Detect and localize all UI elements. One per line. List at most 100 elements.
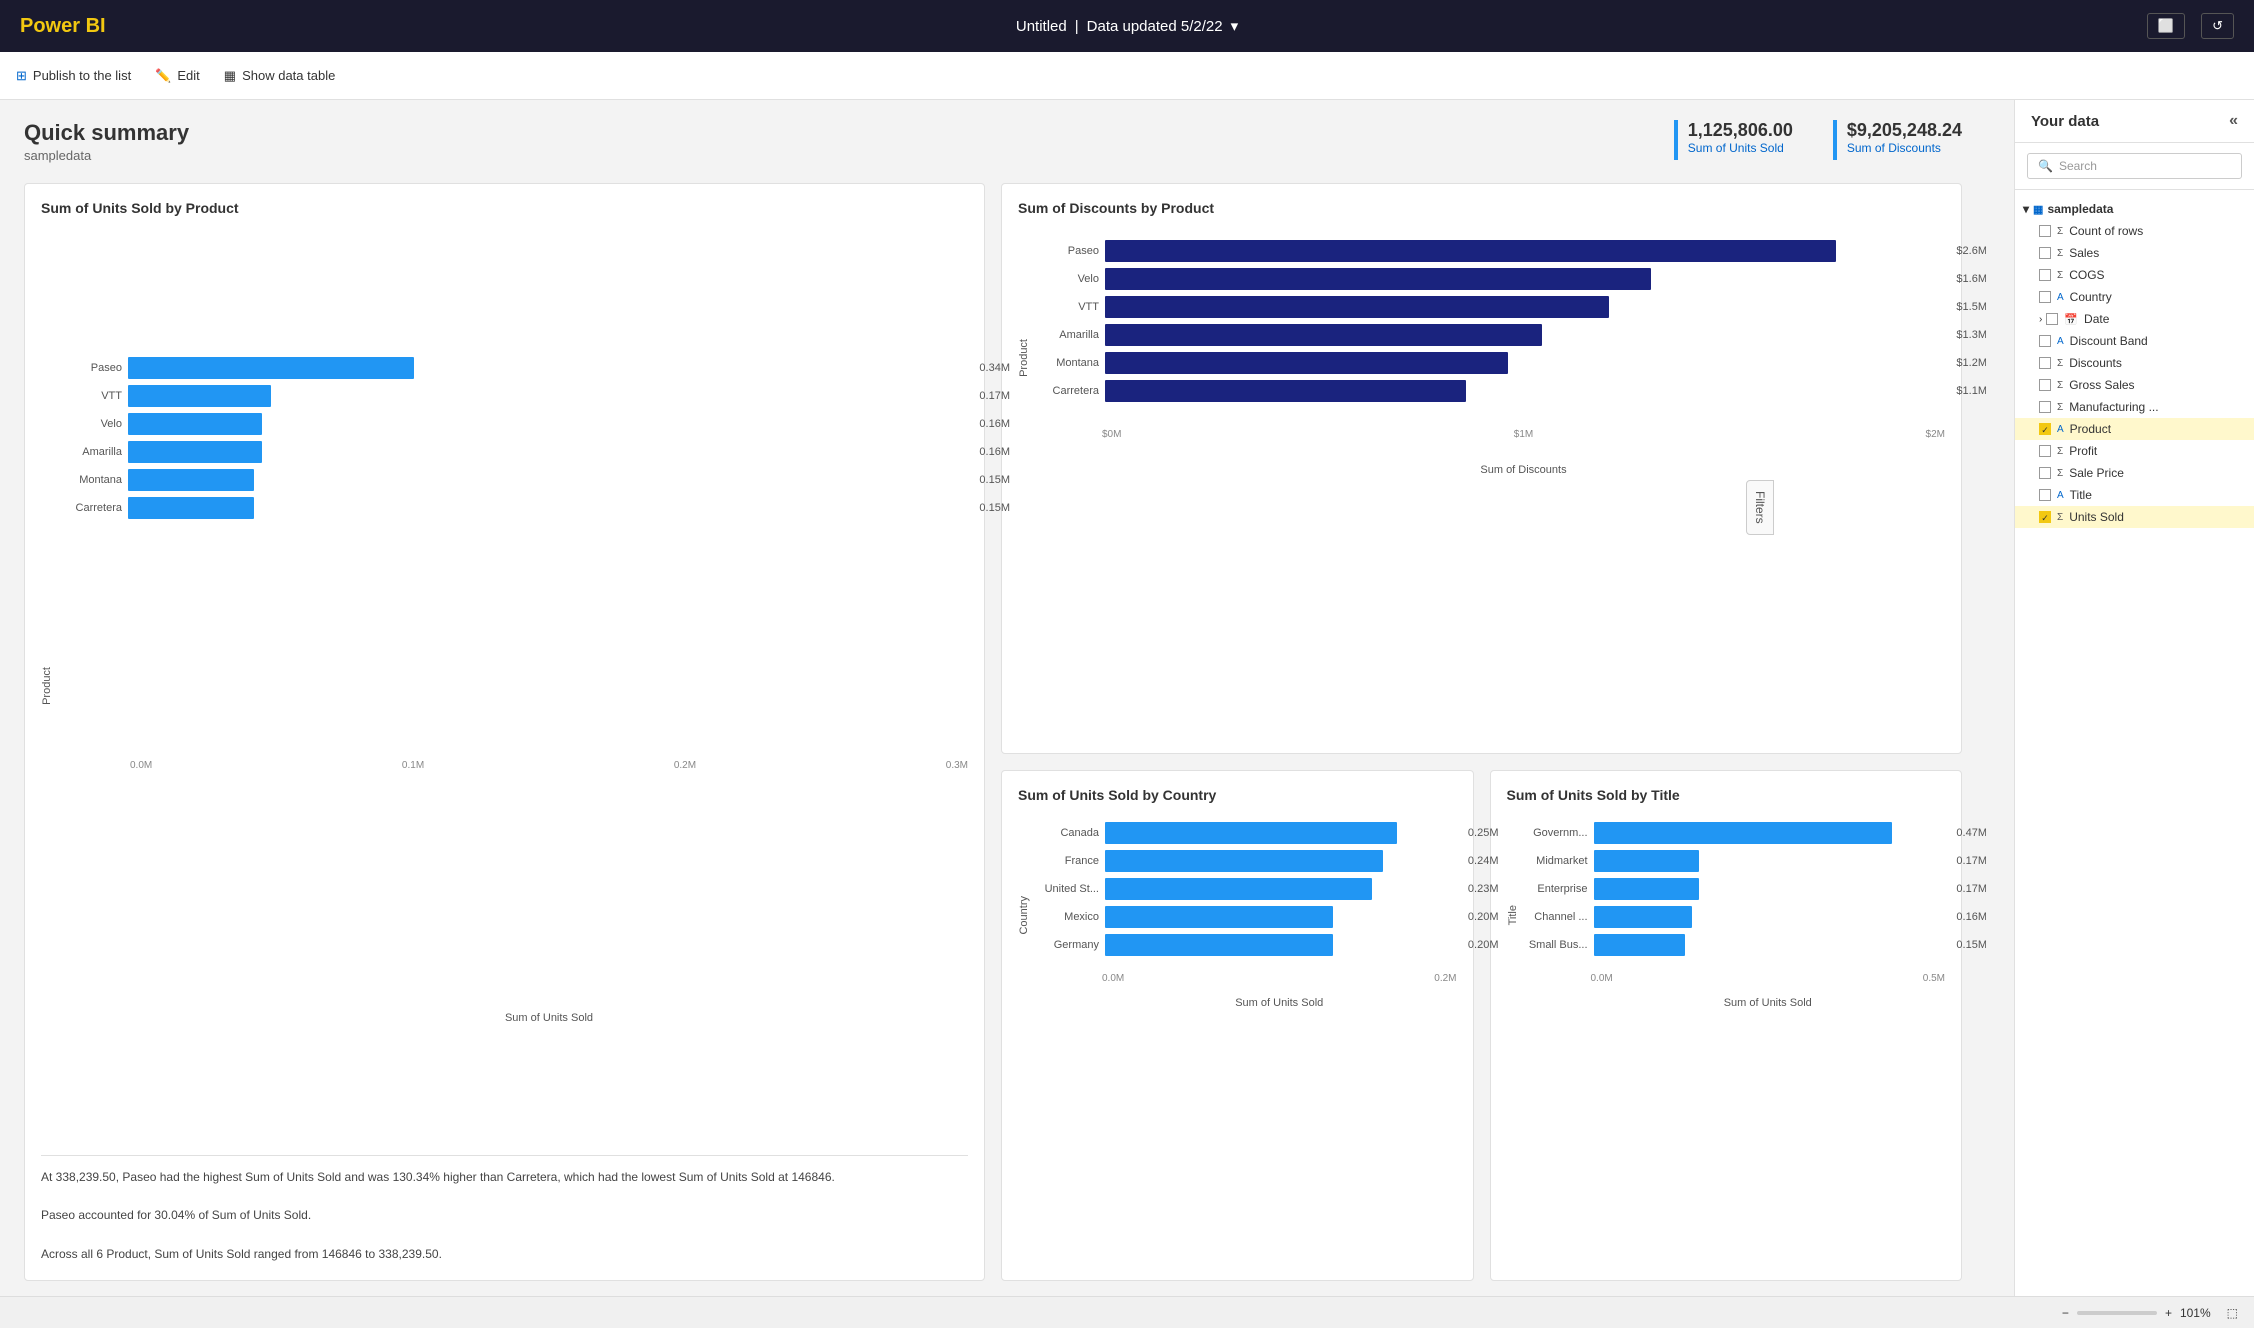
collapse-button[interactable]: «: [2229, 112, 2238, 130]
field-name: Manufacturing ...: [2069, 400, 2158, 414]
bar-value: $2.6M: [1956, 245, 1986, 257]
bar-value: 0.20M: [1468, 939, 1499, 951]
bar-row: VTT0.17M: [57, 385, 968, 407]
bar-fill: [1594, 822, 1893, 844]
field-type-icon: Σ: [2057, 380, 2063, 391]
bar-row: United St...0.23M: [1034, 878, 1457, 900]
right-panel-title: Your data: [2031, 113, 2099, 130]
field-checkbox[interactable]: [2039, 269, 2051, 281]
right-panel-header: Your data «: [2015, 100, 2254, 143]
field-name: Title: [2070, 488, 2092, 502]
tree-item[interactable]: ΣProfit: [2015, 440, 2254, 462]
field-checkbox[interactable]: ✓: [2039, 511, 2051, 523]
field-name: Gross Sales: [2069, 378, 2134, 392]
table-icon: ▦: [2033, 203, 2043, 216]
field-checkbox[interactable]: [2039, 445, 2051, 457]
tree-item[interactable]: ✓AProduct: [2015, 418, 2254, 440]
bar-value: 0.17M: [979, 390, 1010, 402]
tree-item[interactable]: Σ Gross Sales: [2015, 374, 2254, 396]
tree-item[interactable]: ACountry: [2015, 286, 2254, 308]
bar-value: 0.17M: [1956, 855, 1986, 867]
bar-label: Paseo: [57, 362, 122, 374]
publish-button[interactable]: ⊞ Publish to the list: [16, 68, 131, 84]
show-data-button[interactable]: ▦ Show data table: [224, 68, 336, 84]
bar-row: Montana0.15M: [57, 469, 968, 491]
zoom-slider[interactable]: [2077, 1311, 2157, 1315]
bar-label: Enterprise: [1523, 883, 1588, 895]
bar-value: 0.16M: [979, 446, 1010, 458]
field-name: Discount Band: [2070, 334, 2148, 348]
field-checkbox[interactable]: [2039, 357, 2051, 369]
tree-item[interactable]: ΣCOGS: [2015, 264, 2254, 286]
summary-title-section: Quick summary sampledata: [24, 120, 1674, 163]
bar-value: $1.2M: [1956, 357, 1986, 369]
field-checkbox[interactable]: [2039, 225, 2051, 237]
field-type-icon: Σ: [2057, 226, 2063, 237]
bar-fill: [1105, 352, 1508, 374]
bar-row: Germany0.20M: [1034, 934, 1457, 956]
bar-fill: [1105, 906, 1333, 928]
bar-value: 0.15M: [1956, 939, 1986, 951]
field-name: Sales: [2069, 246, 2099, 260]
datasource-header[interactable]: ▾ ▦ sampledata: [2015, 198, 2254, 220]
tree-item[interactable]: Σ Manufacturing ...: [2015, 396, 2254, 418]
main-layout: Quick summary sampledata 1,125,806.00 Su…: [0, 100, 2254, 1328]
field-checkbox[interactable]: [2039, 291, 2051, 303]
bar-fill: [128, 413, 262, 435]
toolbar: ⊞ Publish to the list ✏️ Edit ▦ Show dat…: [0, 52, 2254, 100]
title-separator: |: [1075, 18, 1079, 35]
field-checkbox[interactable]: [2046, 313, 2058, 325]
field-checkbox[interactable]: [2039, 247, 2051, 259]
chart1-x-label: Sum of Units Sold: [57, 1012, 968, 1024]
bar-fill: [1105, 240, 1836, 262]
tree-item[interactable]: ›📅Date: [2015, 308, 2254, 330]
bar-label: Velo: [1034, 273, 1099, 285]
field-type-icon: Σ: [2057, 402, 2063, 413]
table-icon: ▦: [224, 68, 236, 84]
bar-row: VTT$1.5M: [1034, 296, 1945, 318]
bar-row: France0.24M: [1034, 850, 1457, 872]
bar-row: Paseo0.34M: [57, 357, 968, 379]
tree-item[interactable]: ΣSales: [2015, 242, 2254, 264]
field-checkbox[interactable]: [2039, 401, 2051, 413]
field-checkbox[interactable]: [2039, 489, 2051, 501]
bar-label: Channel ...: [1523, 911, 1588, 923]
filters-tab[interactable]: Filters: [1746, 480, 1774, 535]
kpi1-label: Sum of Units Sold: [1688, 141, 1793, 155]
field-name: Discounts: [2069, 356, 2122, 370]
search-input[interactable]: 🔍 Search: [2027, 153, 2242, 179]
tree-item[interactable]: ΣSale Price: [2015, 462, 2254, 484]
bar-value: $1.3M: [1956, 329, 1986, 341]
chart1-title: Sum of Units Sold by Product: [41, 200, 968, 216]
dropdown-icon[interactable]: ▾: [1231, 17, 1239, 35]
bar-label: Montana: [1034, 357, 1099, 369]
field-checkbox[interactable]: ✓: [2039, 423, 2051, 435]
field-checkbox[interactable]: [2039, 467, 2051, 479]
topbar-center: Untitled | Data updated 5/2/22 ▾: [1016, 17, 1238, 35]
tree-item[interactable]: ADiscount Band: [2015, 330, 2254, 352]
field-checkbox[interactable]: [2039, 335, 2051, 347]
field-name: Product: [2070, 422, 2111, 436]
bar-label: VTT: [57, 390, 122, 402]
tree-item[interactable]: ATitle: [2015, 484, 2254, 506]
chart-units-country: Sum of Units Sold by Country Country Can…: [1001, 770, 1474, 1281]
data-tree: ▾ ▦ sampledata ΣCount of rowsΣSalesΣCOGS…: [2015, 190, 2254, 1328]
chart1-description: At 338,239.50, Paseo had the highest Sum…: [41, 1155, 968, 1264]
tree-item[interactable]: ΣDiscounts: [2015, 352, 2254, 374]
bar-value: $1.1M: [1956, 385, 1986, 397]
zoom-out-button[interactable]: −: [2062, 1306, 2069, 1320]
chart3-title: Sum of Units Sold by Country: [1018, 787, 1457, 803]
tree-item[interactable]: ✓ΣUnits Sold: [2015, 506, 2254, 528]
zoom-in-button[interactable]: +: [2165, 1306, 2172, 1320]
field-checkbox[interactable]: [2039, 379, 2051, 391]
refresh-button[interactable]: ↺: [2201, 13, 2234, 39]
search-box: 🔍 Search: [2015, 143, 2254, 190]
edit-button[interactable]: ✏️ Edit: [155, 68, 200, 84]
chart-discounts-product: Sum of Discounts by Product Product Pase…: [1001, 183, 1962, 754]
bar-label: VTT: [1034, 301, 1099, 313]
fullscreen-button[interactable]: ⬚: [2227, 1306, 2238, 1320]
edit-icon: ✏️: [155, 68, 171, 84]
window-button[interactable]: ⬜: [2147, 13, 2185, 39]
tree-item[interactable]: ΣCount of rows: [2015, 220, 2254, 242]
bar-row: Montana$1.2M: [1034, 352, 1945, 374]
